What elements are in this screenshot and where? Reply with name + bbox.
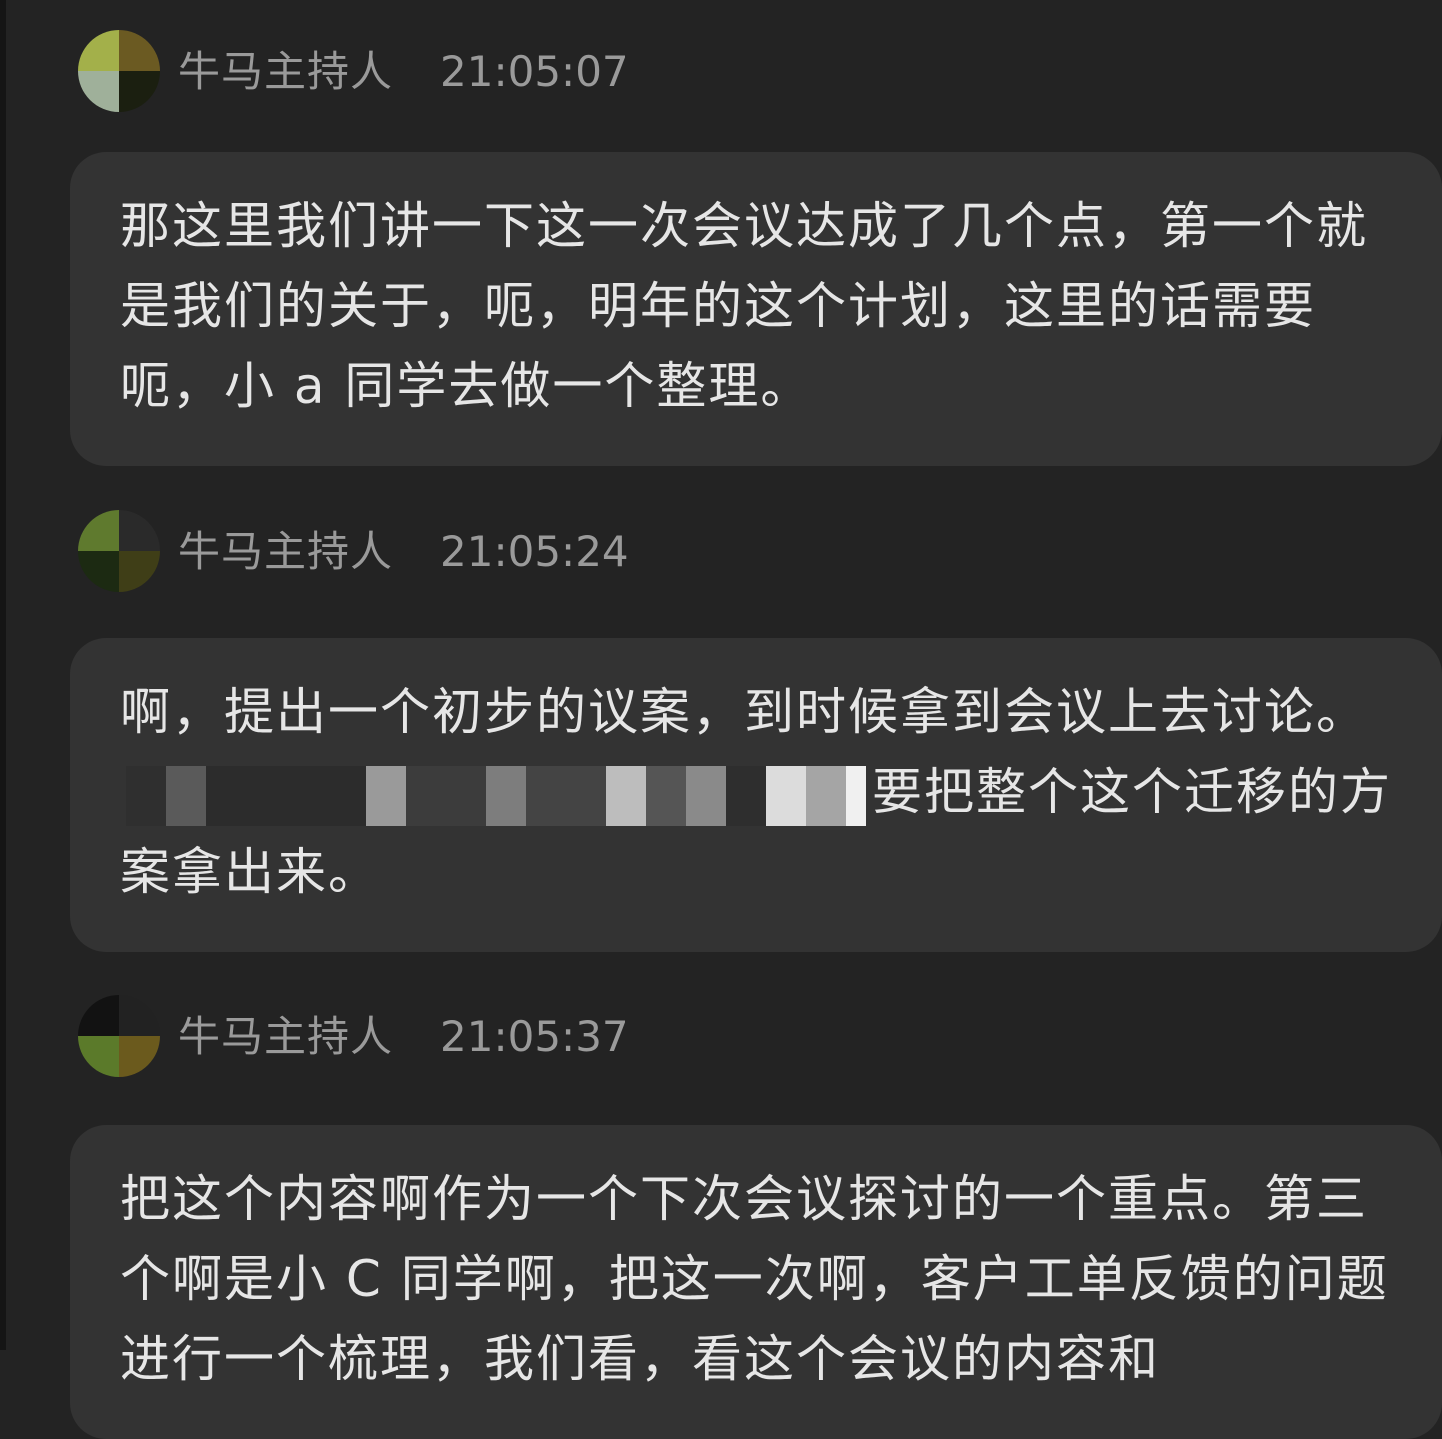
message-bubble[interactable]: 啊，提出一个初步的议案，到时候拿到会议上去讨论。要把整个这个迁移的方案拿出来。 — [70, 638, 1442, 952]
message-text: 那这里我们讲一下这一次会议达成了几个点，第一个就是我们的关于，呃，明年的这个计划… — [120, 197, 1368, 415]
chat-message: 牛马主持人 21:05:07 那这里我们讲一下这一次会议达成了几个点，第一个就是… — [70, 30, 1442, 466]
message-timestamp: 21:05:24 — [440, 527, 629, 576]
message-text-before-redaction: 啊，提出一个初步的议案，到时候拿到会议上去讨论。 — [120, 683, 1368, 741]
message-bubble[interactable]: 那这里我们讲一下这一次会议达成了几个点，第一个就是我们的关于，呃，明年的这个计划… — [70, 152, 1442, 466]
redacted-mosaic — [126, 765, 866, 826]
avatar[interactable] — [78, 30, 160, 112]
chat-message: 牛马主持人 21:05:24 啊，提出一个初步的议案，到时候拿到会议上去讨论。要… — [70, 510, 1442, 952]
message-text: 把这个内容啊作为一个下次会议探讨的一个重点。第三个啊是小 C 同学啊，把这一次啊… — [120, 1170, 1389, 1388]
message-header: 牛马主持人 21:05:07 — [70, 30, 1442, 120]
avatar[interactable] — [78, 510, 160, 592]
left-edge-divider — [0, 0, 6, 1350]
chat-message: 牛马主持人 21:05:37 把这个内容啊作为一个下次会议探讨的一个重点。第三个… — [70, 995, 1442, 1439]
message-header: 牛马主持人 21:05:37 — [70, 995, 1442, 1085]
sender-name: 牛马主持人 — [178, 527, 394, 576]
message-timestamp: 21:05:37 — [440, 1012, 629, 1061]
sender-name: 牛马主持人 — [178, 1012, 394, 1061]
message-bubble[interactable]: 把这个内容啊作为一个下次会议探讨的一个重点。第三个啊是小 C 同学啊，把这一次啊… — [70, 1125, 1442, 1439]
avatar[interactable] — [78, 995, 160, 1077]
message-header: 牛马主持人 21:05:24 — [70, 510, 1442, 600]
message-timestamp: 21:05:07 — [440, 47, 629, 96]
sender-name: 牛马主持人 — [178, 47, 394, 96]
message-text: 啊，提出一个初步的议案，到时候拿到会议上去讨论。要把整个这个迁移的方案拿出来。 — [120, 672, 1402, 912]
